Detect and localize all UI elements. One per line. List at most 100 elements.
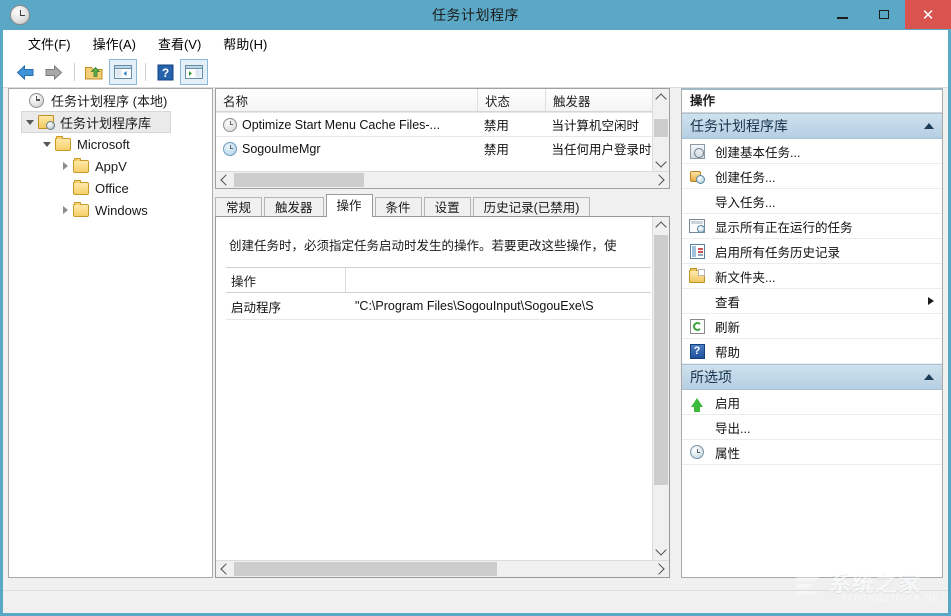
- twisty-collapsed-icon[interactable]: [57, 206, 73, 214]
- task-history-icon: [688, 243, 706, 259]
- close-button[interactable]: ✕: [905, 0, 951, 29]
- new-folder-icon: [688, 268, 706, 284]
- column-header-trigger[interactable]: 触发器: [546, 89, 656, 111]
- tab-triggers[interactable]: 触发器: [264, 197, 324, 217]
- show-action-pane-button[interactable]: [180, 59, 208, 85]
- tab-actions[interactable]: 操作: [326, 194, 373, 217]
- group-header-task-library[interactable]: 任务计划程序库: [682, 113, 942, 139]
- chevron-left-icon: [220, 174, 231, 185]
- action-import-task[interactable]: 导入任务...: [682, 189, 942, 214]
- action-refresh[interactable]: 刷新: [682, 314, 942, 339]
- chevron-up-icon[interactable]: [924, 123, 934, 129]
- table-row[interactable]: Optimize Start Menu Cache Files-... 禁用 当…: [216, 112, 669, 137]
- scroll-down-button[interactable]: [653, 543, 669, 560]
- actions-panel-title: 操作: [682, 90, 942, 113]
- tree-node-windows[interactable]: Windows: [9, 199, 212, 221]
- twisty-expanded-icon[interactable]: [39, 142, 55, 147]
- table-row[interactable]: 启动程序 "C:\Program Files\SogouInput\SogouE…: [226, 293, 651, 320]
- tab-conditions[interactable]: 条件: [375, 197, 422, 217]
- scroll-left-button[interactable]: [216, 561, 233, 577]
- hscroll-thumb[interactable]: [234, 562, 497, 576]
- help-button[interactable]: ?: [152, 60, 178, 84]
- vscroll-thumb[interactable]: [654, 235, 668, 485]
- toolbar-separator-2: [145, 63, 146, 81]
- arrow-left-icon: [16, 65, 35, 80]
- tree-node-task-scheduler-library[interactable]: 任务计划程序库: [21, 111, 171, 133]
- task-status-cell: 禁用: [477, 139, 545, 158]
- menu-file[interactable]: 文件(F): [17, 31, 82, 56]
- task-list-vscrollbar[interactable]: [652, 89, 669, 172]
- task-scheduler-window: 任务计划程序 ✕ 文件(F) 操作(A) 查看(V) 帮助(H): [0, 0, 951, 616]
- chevron-up-icon: [655, 221, 666, 232]
- column-header-action[interactable]: 操作: [226, 268, 346, 292]
- maximize-button[interactable]: [863, 0, 905, 29]
- chevron-right-icon: [653, 174, 664, 185]
- chevron-up-icon[interactable]: [924, 374, 934, 380]
- twisty-collapsed-icon[interactable]: [57, 162, 73, 170]
- twisty-expanded-icon[interactable]: [22, 120, 38, 125]
- up-folder-button[interactable]: [81, 60, 107, 84]
- window-controls: ✕: [821, 0, 951, 30]
- tree-node-appv[interactable]: AppV: [9, 155, 212, 177]
- tab-history[interactable]: 历史记录(已禁用): [473, 197, 591, 217]
- action-export[interactable]: 导出...: [682, 415, 942, 440]
- detail-vscrollbar[interactable]: [652, 217, 669, 560]
- minimize-button[interactable]: [821, 0, 863, 29]
- action-view[interactable]: 查看: [682, 289, 942, 314]
- chevron-right-icon: [928, 297, 934, 305]
- scroll-up-button[interactable]: [653, 89, 669, 106]
- column-header-status[interactable]: 状态: [478, 89, 546, 111]
- table-row[interactable]: SogouImeMgr 禁用 当任何用户登录时: [216, 137, 669, 160]
- tab-settings[interactable]: 设置: [424, 197, 471, 217]
- task-name-label: Optimize Start Menu Cache Files-...: [242, 118, 440, 132]
- scroll-right-button[interactable]: [652, 561, 669, 577]
- action-create-basic-task[interactable]: 创建基本任务...: [682, 139, 942, 164]
- action-show-running-tasks[interactable]: 显示所有正在运行的任务: [682, 214, 942, 239]
- action-create-task[interactable]: 创建任务...: [682, 164, 942, 189]
- task-trigger-cell: 当计算机空闲时: [545, 115, 669, 134]
- menu-action[interactable]: 操作(A): [82, 31, 147, 56]
- scroll-left-button[interactable]: [216, 172, 233, 188]
- column-header-details[interactable]: [346, 268, 651, 292]
- action-label: 新文件夹...: [715, 267, 942, 286]
- folder-icon: [73, 158, 91, 174]
- action-label: 帮助: [715, 342, 942, 361]
- action-enable[interactable]: 启用: [682, 390, 942, 415]
- action-pane-icon: [184, 64, 204, 80]
- action-enable-task-history[interactable]: 启用所有任务历史记录: [682, 239, 942, 264]
- action-help[interactable]: ? 帮助: [682, 339, 942, 364]
- scroll-up-button[interactable]: [653, 217, 669, 234]
- tree-node-microsoft[interactable]: Microsoft: [9, 133, 212, 155]
- forward-button[interactable]: [40, 60, 66, 84]
- vscroll-thumb[interactable]: [654, 119, 668, 137]
- tree-node-office[interactable]: Office: [9, 177, 212, 199]
- menu-view[interactable]: 查看(V): [147, 31, 212, 56]
- chevron-down-icon: [655, 544, 666, 555]
- show-tree-button[interactable]: [109, 59, 137, 85]
- task-trigger-cell: 当任何用户登录时: [545, 139, 669, 158]
- toolbar: ?: [3, 57, 948, 88]
- group-header-selected-item[interactable]: 所选项: [682, 364, 942, 390]
- menu-help[interactable]: 帮助(H): [212, 31, 278, 56]
- enable-arrow-icon: [688, 394, 706, 410]
- back-button[interactable]: [12, 60, 38, 84]
- column-header-name[interactable]: 名称: [216, 89, 478, 111]
- task-list-hscrollbar[interactable]: [216, 171, 669, 188]
- refresh-icon: [688, 318, 706, 334]
- scroll-down-button[interactable]: [653, 155, 669, 172]
- task-list-header: 名称 状态 触发器: [216, 89, 669, 112]
- tree-node-task-scheduler-local[interactable]: 任务计划程序 (本地): [9, 89, 212, 111]
- action-details-cell: "C:\Program Files\SogouInput\SogouExe\S: [346, 293, 651, 319]
- detail-hscrollbar[interactable]: [216, 560, 669, 577]
- action-label: 属性: [715, 443, 942, 462]
- scroll-right-button[interactable]: [652, 172, 669, 188]
- action-label: 显示所有正在运行的任务: [715, 217, 942, 236]
- task-list[interactable]: 名称 状态 触发器 Optimize Start Menu Cache File…: [215, 88, 670, 189]
- tab-general[interactable]: 常规: [215, 197, 262, 217]
- action-properties[interactable]: 属性: [682, 440, 942, 465]
- folder-icon: [73, 180, 91, 196]
- console-tree-panel[interactable]: 任务计划程序 (本地) 任务计划程序库 Microsoft AppV Offic: [8, 88, 213, 578]
- action-new-folder[interactable]: 新文件夹...: [682, 264, 942, 289]
- hscroll-thumb[interactable]: [234, 173, 364, 187]
- help-icon: ?: [157, 64, 174, 81]
